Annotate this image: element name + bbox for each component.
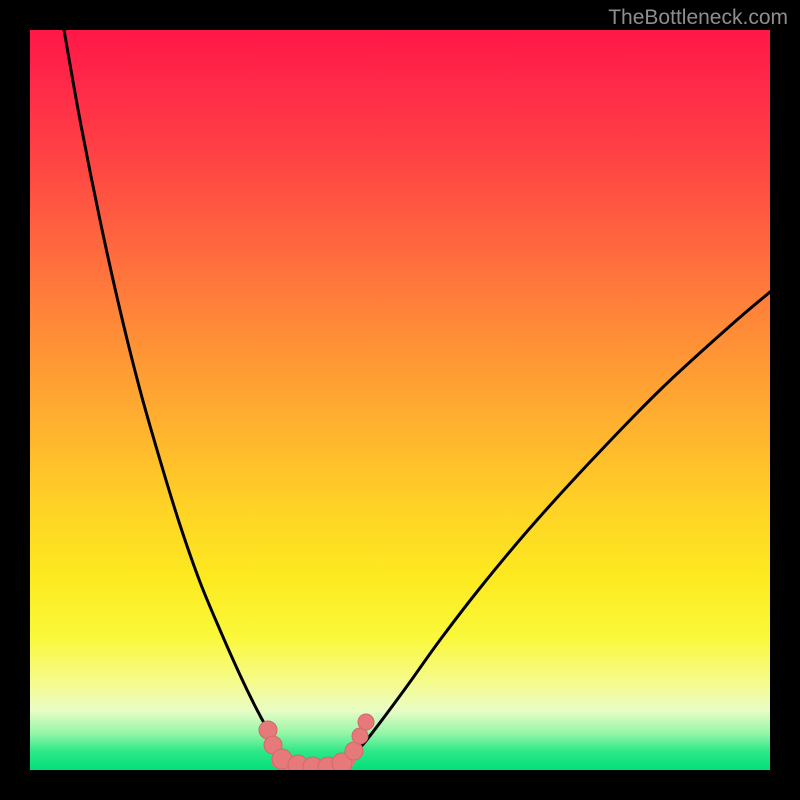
data-markers-group <box>259 714 374 770</box>
curves-group <box>64 30 770 767</box>
data-marker <box>345 742 363 760</box>
data-marker <box>358 714 374 730</box>
left-curve <box>64 30 296 767</box>
chart-svg <box>30 30 770 770</box>
plot-area <box>30 30 770 770</box>
watermark-text: TheBottleneck.com <box>608 6 788 30</box>
chart-frame: TheBottleneck.com <box>0 0 800 800</box>
right-curve <box>340 292 770 767</box>
